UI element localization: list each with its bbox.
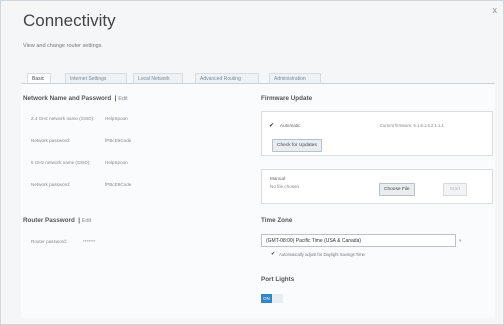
timezone-section-title: Time Zone <box>261 217 293 224</box>
chevron-down-icon[interactable]: ▾ <box>459 238 461 244</box>
connectivity-window: x Connectivity View and change router se… <box>0 0 504 325</box>
timezone-select[interactable]: (GMT-08:00) Pacific Time (USA & Canada) <box>261 234 456 247</box>
network-section-title: Network Name and Password | Edit <box>23 95 128 102</box>
ssid-5-label: 5 GHz network name (SSID): <box>31 160 91 165</box>
ssid-24-value: HelpSpoon <box>105 116 128 121</box>
tab-local-network[interactable]: Local Network <box>133 73 183 83</box>
checkmark-icon[interactable]: ✔ <box>269 122 274 129</box>
close-icon[interactable]: x <box>493 5 498 15</box>
tab-internet-settings[interactable]: Internet Settings <box>65 73 127 83</box>
start-button[interactable]: Start <box>443 183 467 196</box>
basic-panel: Network Name and Password | Edit 2.4 GHz… <box>21 84 495 318</box>
port-lights-section-title: Port Lights <box>261 276 295 283</box>
tab-bar: Basic Internet Settings Local Network Ad… <box>21 71 495 83</box>
timezone-selected-value: (GMT-08:00) Pacific Time (USA & Canada) <box>266 238 362 244</box>
password-5-label: Network password: <box>31 182 71 187</box>
no-file-text: No file chosen <box>270 184 300 189</box>
password-24-label: Network password: <box>31 138 71 143</box>
page-subtitle: View and change router settings <box>23 43 102 49</box>
page-title: Connectivity <box>23 11 116 30</box>
tab-administration[interactable]: Administration <box>269 73 321 83</box>
password-5-value: fPBcE9Code <box>105 182 132 187</box>
dst-label: Automatically adjust for Daylight Saving… <box>279 252 365 257</box>
ssid-5-value: HelpSpoon <box>105 160 128 165</box>
router-password-value: ******* <box>83 239 96 244</box>
firmware-auto-box: ✔ Automatic Current firmware: 5.1.8.1.5.… <box>261 111 493 156</box>
router-password-title-text: Router Password <box>23 217 75 224</box>
router-password-edit-link[interactable]: Edit <box>82 218 91 224</box>
toggle-off-side <box>272 294 283 303</box>
firmware-version-text: Current firmware: 5.1.8.1.5.2.1.1.1 <box>380 123 444 128</box>
firmware-section-title: Firmware Update <box>261 95 313 102</box>
router-password-section-title: Router Password | Edit <box>23 217 92 224</box>
ssid-24-label: 2.4 GHz network name (SSID): <box>31 116 95 121</box>
port-lights-toggle[interactable]: ON <box>261 294 283 303</box>
check-for-updates-button[interactable]: Check for Updates <box>272 139 322 152</box>
network-edit-link[interactable]: Edit <box>118 96 127 102</box>
manual-label: Manual: <box>270 176 287 181</box>
network-title-text: Network Name and Password <box>23 95 112 102</box>
router-password-label: Router password: <box>31 239 68 244</box>
tab-advanced-routing[interactable]: Advanced Routing <box>195 73 259 83</box>
dst-checkmark-icon[interactable]: ✔ <box>271 251 275 257</box>
automatic-label: Automatic <box>280 123 301 128</box>
toggle-on-label: ON <box>261 294 272 303</box>
firmware-manual-box: Manual: No file chosen Choose File Start <box>261 169 493 204</box>
password-24-value: fPBcE9Code <box>105 138 132 143</box>
choose-file-button[interactable]: Choose File <box>379 183 415 196</box>
tab-basic[interactable]: Basic <box>27 73 51 83</box>
